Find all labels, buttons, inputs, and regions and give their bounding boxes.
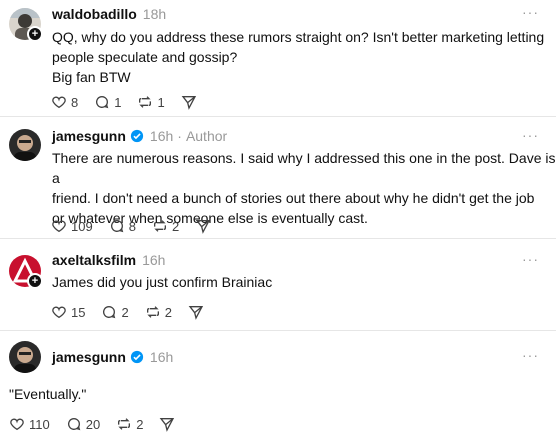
comment-icon: [103, 306, 116, 319]
more-options-icon[interactable]: ···: [522, 5, 538, 24]
post-actions: 110 20 2: [9, 414, 191, 434]
author-separator: ·: [177, 128, 182, 144]
reply-button[interactable]: 20: [66, 416, 100, 432]
repost-button[interactable]: 1: [137, 94, 165, 110]
post-header: axeltalksfilm 16h: [52, 250, 165, 270]
username[interactable]: axeltalksfilm: [52, 252, 136, 268]
post-text-line: There are numerous reasons. I said why I…: [52, 150, 556, 186]
send-icon: [188, 306, 204, 320]
share-button[interactable]: [181, 94, 197, 110]
reply-count: 20: [85, 416, 101, 432]
comment-icon: [110, 220, 124, 233]
follow-plus-icon[interactable]: +: [27, 26, 43, 42]
avatar[interactable]: [9, 129, 41, 161]
username[interactable]: jamesgunn: [52, 349, 126, 365]
post-text: "Eventually.": [9, 384, 86, 404]
repost-icon: [153, 220, 166, 232]
repost-icon: [118, 418, 131, 430]
post-time[interactable]: 18h: [143, 6, 166, 22]
repost-icon: [139, 96, 152, 108]
more-options-icon[interactable]: ···: [522, 128, 538, 147]
comment-icon: [96, 96, 109, 109]
verified-badge-icon: [130, 129, 144, 143]
post-actions: 109 8 2: [51, 216, 227, 236]
share-button[interactable]: [159, 416, 175, 432]
author-label: Author: [185, 128, 228, 144]
reply-count: 2: [121, 304, 129, 320]
post-jamesgunn-reply: jamesgunn 16h · Author ··· There are num…: [0, 117, 556, 239]
post-time[interactable]: 16h: [142, 252, 165, 268]
share-button[interactable]: [195, 218, 211, 234]
post-jamesgunn-final: jamesgunn 16h ··· "Eventually." 110 20 2: [0, 331, 556, 445]
post-text-line: "Eventually.": [9, 386, 87, 402]
heart-icon: [52, 96, 66, 109]
send-icon: [181, 96, 196, 110]
repost-count: 2: [164, 304, 172, 320]
repost-count: 1: [157, 94, 165, 110]
send-icon: [195, 220, 211, 234]
post-header: waldobadillo 18h: [52, 4, 166, 24]
post-text: QQ, why do you address these rumors stra…: [52, 27, 544, 87]
verified-badge-icon: [130, 350, 144, 364]
repost-count: 2: [136, 416, 144, 432]
like-count: 109: [71, 218, 93, 234]
post-time[interactable]: 16h: [150, 128, 173, 144]
repost-button[interactable]: 2: [152, 218, 179, 234]
like-button[interactable]: 15: [51, 304, 85, 320]
reply-button[interactable]: 2: [101, 304, 129, 320]
post-text: James did you just confirm Brainiac: [52, 272, 272, 292]
follow-plus-icon[interactable]: +: [27, 273, 43, 289]
post-header: jamesgunn 16h: [52, 347, 173, 367]
repost-button[interactable]: 2: [145, 304, 172, 320]
reply-button[interactable]: 1: [94, 94, 121, 110]
post-text-line: friend. I don't need a bunch of stories …: [52, 190, 535, 206]
post-text-line: James did you just confirm Brainiac: [52, 274, 273, 290]
post-waldobadillo: + waldobadillo 18h ··· QQ, why do you ad…: [0, 0, 556, 117]
avatar[interactable]: [9, 341, 41, 373]
share-button[interactable]: [188, 304, 204, 320]
comment-icon: [67, 418, 81, 431]
like-count: 110: [29, 416, 50, 432]
repost-icon: [146, 306, 159, 318]
post-actions: 8 1 1: [51, 92, 213, 112]
like-button[interactable]: 110: [9, 416, 50, 432]
reply-button[interactable]: 8: [109, 218, 136, 234]
like-count: 8: [71, 94, 79, 110]
post-text-line: QQ, why do you address these rumors stra…: [52, 29, 545, 45]
heart-icon: [52, 220, 66, 233]
username[interactable]: waldobadillo: [52, 6, 137, 22]
more-options-icon[interactable]: ···: [522, 252, 538, 271]
post-time[interactable]: 16h: [150, 349, 173, 365]
send-icon: [160, 418, 175, 432]
like-button[interactable]: 8: [51, 94, 78, 110]
reply-count: 8: [128, 218, 136, 234]
reply-count: 1: [114, 94, 122, 110]
like-button[interactable]: 109: [51, 218, 93, 234]
heart-icon: [52, 306, 66, 319]
post-text-line: Big fan BTW: [52, 69, 131, 85]
post-axeltalksfilm: + axeltalksfilm 16h ··· James did you ju…: [0, 239, 556, 331]
heart-icon: [10, 418, 24, 431]
username[interactable]: jamesgunn: [52, 128, 126, 144]
post-text-line: people speculate and gossip?: [52, 49, 238, 65]
repost-count: 2: [171, 218, 180, 234]
more-options-icon[interactable]: ···: [522, 348, 538, 367]
like-count: 15: [71, 304, 86, 320]
post-actions: 15 2 2: [51, 302, 220, 322]
post-header: jamesgunn 16h · Author: [52, 126, 227, 146]
repost-button[interactable]: 2: [116, 416, 143, 432]
